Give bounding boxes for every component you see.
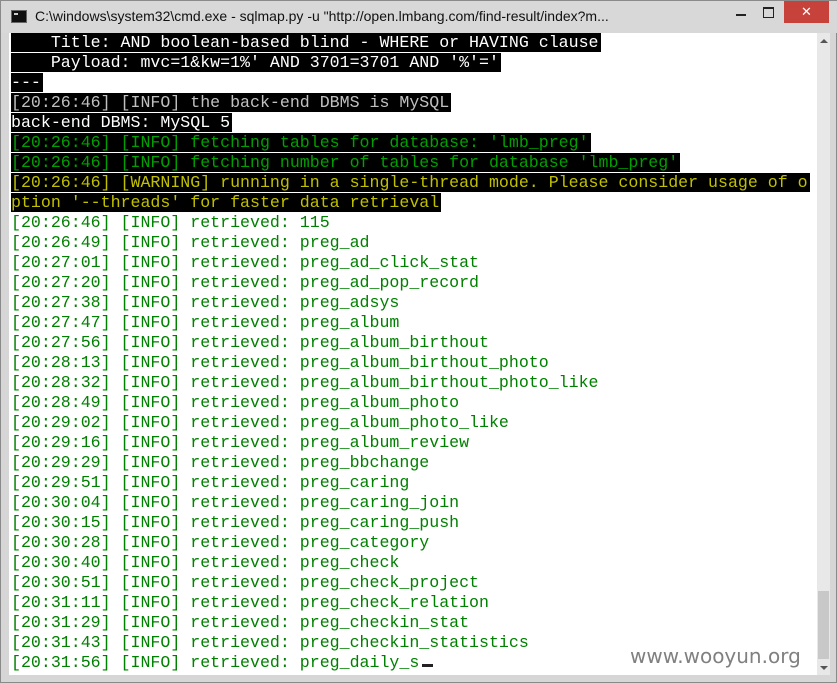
console-line: [20:31:29] [INFO] retrieved: preg_checki… — [9, 613, 817, 633]
console-line-text: [20:26:46] [INFO] fetching number of tab… — [11, 153, 681, 172]
console-line: [20:30:28] [INFO] retrieved: preg_catego… — [9, 533, 817, 553]
console-line: Title: AND boolean-based blind - WHERE o… — [9, 33, 817, 53]
console-line-text: back-end DBMS: MySQL 5 — [11, 113, 233, 132]
console-line-text: [20:26:46] [INFO] retrieved: 115 — [11, 213, 330, 232]
minimize-icon — [735, 14, 746, 16]
console-line-text: [20:29:51] [INFO] retrieved: preg_caring — [11, 473, 410, 492]
console-line-text: [20:31:11] [INFO] retrieved: preg_check_… — [11, 593, 489, 612]
console-line: [20:30:51] [INFO] retrieved: preg_check_… — [9, 573, 817, 593]
console-line-text: [20:28:13] [INFO] retrieved: preg_album_… — [11, 353, 549, 372]
console-line-text: [20:30:15] [INFO] retrieved: preg_caring… — [11, 513, 460, 532]
console-line: [20:27:38] [INFO] retrieved: preg_adsys — [9, 293, 817, 313]
maximize-icon — [763, 6, 774, 18]
console-line: [20:27:01] [INFO] retrieved: preg_ad_cli… — [9, 253, 817, 273]
cmd-app-icon[interactable] — [11, 10, 27, 23]
console-line-text: [20:26:46] [INFO] fetching tables for da… — [11, 133, 591, 152]
console-output[interactable]: Title: AND boolean-based blind - WHERE o… — [9, 33, 817, 675]
close-icon: ✕ — [801, 4, 812, 20]
console-line-text: [20:29:02] [INFO] retrieved: preg_album_… — [11, 413, 509, 432]
console-line: [20:28:32] [INFO] retrieved: preg_album_… — [9, 373, 817, 393]
console-line: --- — [9, 73, 817, 93]
minimize-button[interactable] — [727, 1, 754, 23]
console-line-text: [20:28:49] [INFO] retrieved: preg_album_… — [11, 393, 460, 412]
vertical-scrollbar[interactable] — [817, 33, 830, 675]
console-line-text: [20:27:20] [INFO] retrieved: preg_ad_pop… — [11, 273, 480, 292]
scrollbar-thumb[interactable] — [818, 591, 829, 659]
console-line: [20:26:46] [INFO] fetching tables for da… — [9, 133, 817, 153]
cmd-window: C:\windows\system32\cmd.exe - sqlmap.py … — [0, 0, 837, 683]
console-line: [20:29:29] [INFO] retrieved: preg_bbchan… — [9, 453, 817, 473]
console-line-text: [20:27:47] [INFO] retrieved: preg_album — [11, 313, 400, 332]
console-line-text: [20:30:40] [INFO] retrieved: preg_check — [11, 553, 400, 572]
console-line-text: [20:29:29] [INFO] retrieved: preg_bbchan… — [11, 453, 430, 472]
console-line: [20:26:46] [INFO] the back-end DBMS is M… — [9, 93, 817, 113]
console-line-text: [20:27:56] [INFO] retrieved: preg_album_… — [11, 333, 489, 352]
console-line-text: [20:27:38] [INFO] retrieved: preg_adsys — [11, 293, 400, 312]
console-line: back-end DBMS: MySQL 5 — [9, 113, 817, 133]
maximize-button[interactable] — [755, 1, 782, 23]
console-line-text: Payload: mvc=1&kw=1%' AND 3701=3701 AND … — [11, 53, 501, 72]
console-line: [20:29:16] [INFO] retrieved: preg_album_… — [9, 433, 817, 453]
console-line-text: [20:26:46] [INFO] the back-end DBMS is M… — [11, 93, 452, 112]
console-line: [20:28:49] [INFO] retrieved: preg_album_… — [9, 393, 817, 413]
console-line: [20:26:49] [INFO] retrieved: preg_ad — [9, 233, 817, 253]
console-line-text: [20:31:29] [INFO] retrieved: preg_checki… — [11, 613, 470, 632]
console-line: [20:29:02] [INFO] retrieved: preg_album_… — [9, 413, 817, 433]
console-line: [20:27:47] [INFO] retrieved: preg_album — [9, 313, 817, 333]
console-line: [20:31:11] [INFO] retrieved: preg_check_… — [9, 593, 817, 613]
console-line: [20:26:46] [INFO] fetching number of tab… — [9, 153, 817, 173]
console-line: [20:26:46] [WARNING] running in a single… — [9, 173, 817, 193]
console-line-text: [20:28:32] [INFO] retrieved: preg_album_… — [11, 373, 599, 392]
window-title: C:\windows\system32\cmd.exe - sqlmap.py … — [35, 8, 609, 24]
console-line-text: [20:30:51] [INFO] retrieved: preg_check_… — [11, 573, 480, 592]
close-button[interactable]: ✕ — [784, 1, 829, 23]
scroll-down-arrow-icon — [819, 665, 828, 670]
console-line: [20:29:51] [INFO] retrieved: preg_caring — [9, 473, 817, 493]
console-line: [20:27:20] [INFO] retrieved: preg_ad_pop… — [9, 273, 817, 293]
console-line-text: [20:30:28] [INFO] retrieved: preg_catego… — [11, 533, 430, 552]
scroll-up-arrow-icon — [819, 38, 828, 43]
console-line: [20:30:40] [INFO] retrieved: preg_check — [9, 553, 817, 573]
console-line: [20:27:56] [INFO] retrieved: preg_album_… — [9, 333, 817, 353]
console-line-text: [20:30:04] [INFO] retrieved: preg_caring… — [11, 493, 460, 512]
console-line-text: [20:26:49] [INFO] retrieved: preg_ad — [11, 233, 370, 252]
console-line: [20:28:13] [INFO] retrieved: preg_album_… — [9, 353, 817, 373]
console-line-text: [20:29:16] [INFO] retrieved: preg_album_… — [11, 433, 470, 452]
console-line: [20:30:15] [INFO] retrieved: preg_caring… — [9, 513, 817, 533]
console-line-text: [20:31:56] [INFO] retrieved: preg_daily_… — [11, 653, 420, 672]
console-line-text: [20:31:43] [INFO] retrieved: preg_checki… — [11, 633, 529, 652]
console-line-text: Title: AND boolean-based blind - WHERE o… — [11, 33, 601, 52]
console-line: Payload: mvc=1&kw=1%' AND 3701=3701 AND … — [9, 53, 817, 73]
console-line-text: [20:27:01] [INFO] retrieved: preg_ad_cli… — [11, 253, 480, 272]
scroll-up-button[interactable] — [817, 33, 830, 48]
console-line-text: [20:26:46] [WARNING] running in a single… — [11, 173, 810, 192]
console-line: [20:26:46] [INFO] retrieved: 115 — [9, 213, 817, 233]
console-line-text: ption '--threads' for faster data retrie… — [11, 193, 442, 212]
scroll-down-button[interactable] — [817, 660, 830, 675]
title-bar[interactable]: C:\windows\system32\cmd.exe - sqlmap.py … — [1, 1, 837, 33]
console-line: [20:30:04] [INFO] retrieved: preg_caring… — [9, 493, 817, 513]
console-line-text: --- — [11, 73, 43, 92]
text-cursor — [422, 664, 434, 667]
watermark: www.wooyun.org — [630, 644, 801, 668]
console-line: ption '--threads' for faster data retrie… — [9, 193, 817, 213]
